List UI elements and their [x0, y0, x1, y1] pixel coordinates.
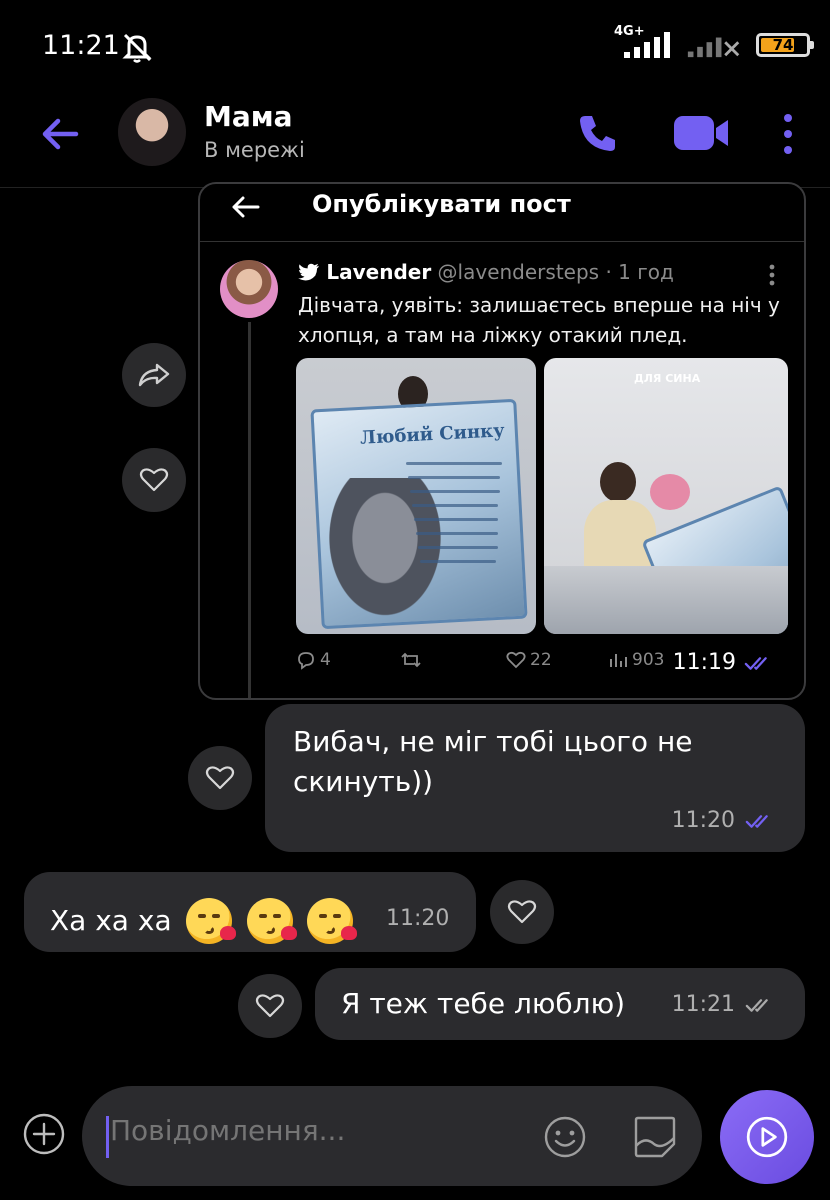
mute-icon	[122, 33, 152, 63]
tweet-likes: 22	[506, 650, 552, 670]
message-text: Ха ха ха	[50, 904, 172, 937]
phone-icon[interactable]	[575, 110, 621, 156]
message-time: 11:21	[671, 992, 735, 1017]
message-meta: 11:21	[672, 992, 777, 1017]
more-vert-icon[interactable]	[776, 110, 800, 160]
bed	[544, 566, 788, 634]
blanket-text-line	[420, 560, 496, 563]
tweet-author-handle: @lavendersteps	[437, 260, 600, 284]
tweet-views: 903	[608, 650, 664, 670]
forward-button[interactable]	[122, 343, 186, 407]
kissing-face-emoji	[185, 898, 236, 944]
kissing-face-emoji	[307, 898, 358, 944]
tweet-replies: 4	[296, 650, 331, 670]
wolf-print	[320, 478, 450, 628]
tweet-photo-1: Любий Синку	[296, 358, 536, 634]
emoji-group	[180, 898, 358, 944]
twitter-bird-icon	[298, 263, 319, 281]
blanket-text-line	[408, 476, 500, 479]
heart-icon	[205, 766, 235, 790]
message-bubble-outgoing[interactable]: Я теж тебе люблю) 11:21	[315, 968, 805, 1040]
blanket-text-line	[418, 546, 498, 549]
signal-sim2-icon	[687, 37, 740, 58]
message-bubble-outgoing[interactable]: Вибач, не міг тобі цього не скинуть)) 11…	[265, 704, 805, 852]
video-camera-icon[interactable]	[670, 108, 732, 158]
heart-icon	[139, 468, 169, 492]
message-content: Ха ха ха	[50, 898, 358, 944]
double-check-icon	[745, 814, 768, 828]
tweet-photo-2: ДЛЯ СИНА	[544, 358, 788, 634]
chat-header: Мама В мережі	[0, 90, 830, 188]
tweet-author-name: Lavender	[326, 260, 432, 284]
blanket-text-line	[410, 490, 500, 493]
like-icon	[506, 651, 526, 669]
message-time: 11:19	[673, 650, 776, 675]
message-input[interactable]	[110, 1114, 530, 1147]
message-bubble-incoming[interactable]: Ха ха ха 11:20	[24, 872, 476, 952]
sticker-icon[interactable]	[630, 1112, 680, 1162]
kissing-face-emoji	[246, 898, 297, 944]
double-check-icon	[744, 656, 767, 670]
message-text: Вибач, не міг тобі цього не скинуть))	[293, 725, 693, 798]
tweet-author-avatar	[220, 260, 278, 318]
status-icons: 4G+ 74	[614, 24, 814, 60]
shared-screenshot-message[interactable]: Опублікувати пост Lavender @lavenderstep…	[198, 182, 806, 700]
network-type: 4G+	[614, 24, 645, 39]
post-screen-title: Опублікувати пост	[312, 190, 571, 218]
blanket-text-line	[414, 518, 498, 521]
reply-icon	[298, 652, 314, 670]
signal-sim1-icon: 4G+	[614, 24, 672, 60]
like-message-button[interactable]	[238, 974, 302, 1038]
like-message-button[interactable]	[490, 880, 554, 944]
contact-name[interactable]: Мама	[204, 100, 293, 133]
send-button[interactable]	[720, 1090, 814, 1184]
tweet-more-icon	[769, 264, 775, 286]
battery-level: 74	[772, 36, 794, 54]
message-text: Я теж тебе люблю)	[341, 987, 626, 1020]
contact-avatar[interactable]	[118, 98, 186, 166]
back-arrow-icon[interactable]	[36, 110, 84, 158]
photo-caption: ДЛЯ СИНА	[634, 372, 701, 385]
post-back-arrow-icon	[232, 196, 260, 218]
battery-tip	[810, 41, 814, 49]
status-time: 11:21	[42, 30, 120, 61]
flowers	[650, 474, 690, 510]
like-message-button[interactable]	[188, 746, 252, 810]
battery-icon: 74	[756, 33, 814, 57]
share-forward-icon	[138, 363, 170, 387]
blanket-text-line	[412, 504, 498, 507]
person-head	[600, 462, 636, 502]
message-meta: 11:20	[672, 808, 777, 833]
retweet-icon	[401, 652, 421, 668]
send-icon	[746, 1116, 788, 1158]
message-time: 11:20	[671, 808, 735, 833]
emoji-icon[interactable]	[542, 1114, 588, 1160]
tweet-likes-count: 22	[530, 650, 552, 670]
blanket-text-line	[406, 462, 502, 465]
message-composer	[82, 1086, 702, 1186]
post-screen-header: Опублікувати пост	[200, 184, 804, 242]
tweet-retweets	[400, 650, 426, 670]
heart-icon	[255, 994, 285, 1018]
like-message-button[interactable]	[122, 448, 186, 512]
tweet-meta: Lavender @lavendersteps · 1 год	[298, 260, 674, 284]
blanket-text-line	[416, 532, 498, 535]
thread-line	[248, 322, 251, 698]
message-time-text: 11:19	[672, 650, 736, 675]
message-time: 11:20	[386, 906, 450, 931]
tweet-posted-ago: · 1 год	[605, 260, 674, 284]
views-icon	[610, 654, 627, 667]
text-cursor	[106, 1116, 109, 1158]
tweet-text: Дівчата, уявіть: залишаєтесь вперше на н…	[298, 293, 780, 347]
double-check-icon	[745, 998, 768, 1012]
plus-icon[interactable]	[22, 1112, 66, 1156]
tweet-replies-count: 4	[320, 650, 331, 670]
heart-icon	[507, 900, 537, 924]
status-bar: 11:21 4G+ 74	[0, 0, 830, 90]
contact-status: В мережі	[204, 138, 305, 162]
tweet-views-count: 903	[632, 650, 665, 670]
